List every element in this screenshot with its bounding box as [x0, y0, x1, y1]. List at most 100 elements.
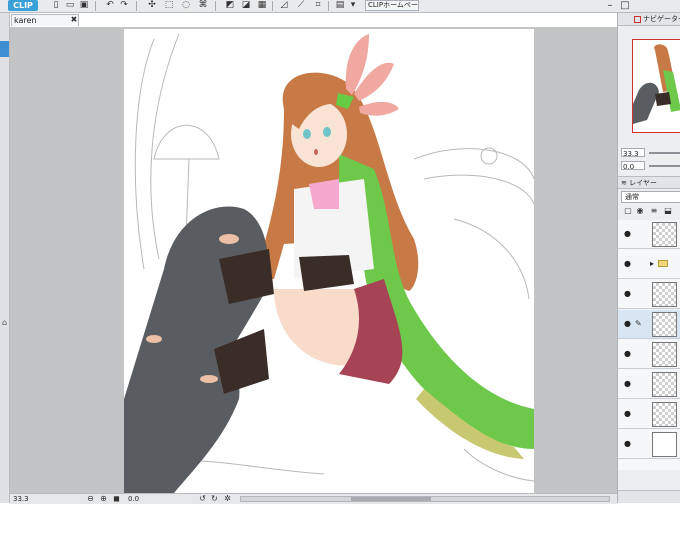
save-icon[interactable]: ▣ — [78, 0, 90, 11]
layer-thumbnail — [652, 342, 677, 367]
toolbar-separator — [328, 1, 329, 11]
eye-icon[interactable]: ● — [623, 349, 632, 358]
stocking-hole — [146, 335, 162, 343]
scrollbar-thumb[interactable] — [351, 497, 431, 501]
command-bar: CLIP ▯ ▭ ▣ ↶ ↷ ✣ ⬚ ◌ ⌘ ◩ ◪ ▦ ◿ ⟋ ⌗ ▤ ▾ C… — [0, 0, 680, 13]
drawing-canvas[interactable] — [124, 29, 534, 493]
zoom-readout[interactable]: 33.3 — [13, 495, 29, 503]
lasso-icon[interactable]: ◌ — [180, 0, 192, 11]
grid-toggle-icon[interactable]: ▦ — [256, 0, 268, 11]
layer-panel-footer — [618, 490, 680, 503]
minimize-icon[interactable]: – — [603, 1, 617, 11]
navigator-preview[interactable] — [632, 39, 680, 133]
navigator-rotation-value[interactable]: 0.0 — [621, 161, 645, 171]
eye-icon[interactable]: ● — [623, 289, 632, 298]
reference-layer-icon[interactable]: ≡ — [649, 206, 659, 216]
layer-row[interactable]: ● — [618, 280, 680, 309]
pen-icon: ✎ — [635, 319, 642, 328]
open-file-icon[interactable]: ▭ — [64, 0, 76, 11]
undo-icon[interactable]: ↶ — [104, 0, 116, 11]
rotate-right-icon[interactable]: ↻ — [210, 494, 219, 504]
paper-layer-row[interactable]: ● — [618, 430, 680, 459]
redo-icon[interactable]: ↷ — [118, 0, 130, 11]
eye-icon[interactable]: ● — [623, 229, 632, 238]
perspective-icon[interactable]: ◪ — [240, 0, 252, 11]
left-dock: ⌂ — [0, 13, 10, 503]
eye-icon[interactable]: ● — [623, 259, 632, 268]
layer-row[interactable]: ● — [618, 400, 680, 429]
layer-row[interactable]: ● — [618, 370, 680, 399]
transform-icon[interactable]: ⬚ — [163, 0, 175, 11]
artwork — [124, 33, 534, 493]
feather — [359, 101, 399, 116]
navigator-thumbnail — [633, 40, 680, 132]
ruler-icon[interactable]: ◩ — [224, 0, 236, 11]
layer-row[interactable]: ● — [618, 220, 680, 249]
symmetry-icon[interactable]: ◿ — [278, 0, 290, 11]
eye-left — [303, 129, 311, 139]
stocking-hole — [219, 234, 239, 244]
layer-thumbnail — [652, 222, 677, 247]
layer-panel-header[interactable]: ≋ レイヤー — [618, 176, 680, 189]
trash-icon[interactable]: ⌂ — [0, 318, 9, 328]
document-tab[interactable]: karen — [11, 14, 79, 26]
clip-logo[interactable]: CLIP — [8, 0, 38, 11]
canvas-status-bar: 33.3 ⊖ ⊕ ◼ 0.0 ↺ ↻ ✲ — [10, 493, 617, 504]
lock-transparency-icon[interactable]: ▢ — [623, 206, 633, 216]
eye-icon[interactable]: ● — [623, 409, 632, 418]
maximize-icon[interactable]: □ — [618, 1, 632, 11]
eye-icon[interactable]: ● — [623, 319, 632, 328]
eye-icon[interactable]: ● — [623, 379, 632, 388]
eye-icon[interactable]: ● — [623, 439, 632, 448]
layer-thumbnail — [652, 282, 677, 307]
layers-icon: ≋ — [621, 179, 630, 187]
folder-icon — [658, 260, 668, 267]
reset-rotation-icon[interactable]: ✲ — [223, 494, 232, 504]
layer-panel-title: レイヤー — [629, 179, 657, 187]
toolbar-separator — [95, 1, 96, 11]
expand-arrow-icon[interactable]: ▸ — [650, 259, 654, 268]
close-tab-icon[interactable]: ✖ — [70, 14, 78, 26]
toolbar-separator — [136, 1, 137, 11]
chevron-down-icon[interactable]: ▾ — [347, 0, 359, 11]
toolbar-separator — [215, 1, 216, 11]
clip-layer-icon[interactable]: ◉ — [635, 206, 645, 216]
layer-thumbnail — [652, 372, 677, 397]
horizontal-scrollbar[interactable] — [240, 496, 610, 502]
right-panel: ナビゲーター 33.3 0.0 ≋ レイヤー 通常 ▢ ◉ ≡ — [617, 13, 680, 503]
clip-home-button[interactable]: CLIPホームページ — [365, 0, 419, 11]
navigator-rotation-slider[interactable] — [649, 165, 680, 167]
sparkle-icon[interactable]: ✣ — [146, 0, 158, 11]
layer-row[interactable]: ● — [618, 340, 680, 369]
layer-thumbnail — [652, 432, 677, 457]
rotate-left-icon[interactable]: ↺ — [198, 494, 207, 504]
mesh-icon[interactable]: ⌘ — [197, 0, 209, 11]
snap-icon[interactable]: ⟋ — [295, 0, 307, 11]
fit-icon[interactable]: ◼ — [112, 494, 121, 504]
new-file-icon[interactable]: ▯ — [50, 0, 62, 11]
lock-icon[interactable]: ⬓ — [663, 206, 673, 216]
blend-mode-select[interactable]: 通常 — [621, 191, 680, 203]
glove — [299, 255, 354, 291]
navigator-zoom-value[interactable]: 33.3 — [621, 148, 645, 158]
canvas-workspace[interactable] — [10, 27, 617, 493]
layer-thumbnail — [652, 402, 677, 427]
mouth — [314, 149, 318, 155]
navigator-header[interactable]: ナビゲーター — [618, 13, 680, 26]
clip-studio-window: CLIP ▯ ▭ ▣ ↶ ↷ ✣ ⬚ ◌ ⌘ ◩ ◪ ▦ ◿ ⟋ ⌗ ▤ ▾ C… — [0, 0, 680, 533]
layer-row-selected[interactable]: ● ✎ — [618, 310, 680, 339]
navigator-title: ナビゲーター — [643, 15, 680, 23]
layer-thumbnail — [652, 312, 677, 337]
zoom-out-icon[interactable]: ⊖ — [86, 494, 95, 504]
toolbar-separator — [272, 1, 273, 11]
layer-tools-row: ▢ ◉ ≡ ⬓ — [621, 206, 680, 218]
layer-folder-row[interactable]: ● ▸ — [618, 250, 680, 279]
navigator-rotation-row: 0.0 — [621, 161, 680, 171]
rotation-readout[interactable]: 0.0 — [128, 495, 139, 503]
zoom-in-icon[interactable]: ⊕ — [99, 494, 108, 504]
navigator-zoom-slider[interactable] — [649, 152, 680, 154]
special-ruler-icon[interactable]: ⌗ — [312, 0, 324, 11]
left-dock-tab[interactable] — [0, 41, 9, 57]
screen-mode-icon[interactable]: ▤ — [334, 0, 346, 11]
bow — [309, 179, 339, 209]
